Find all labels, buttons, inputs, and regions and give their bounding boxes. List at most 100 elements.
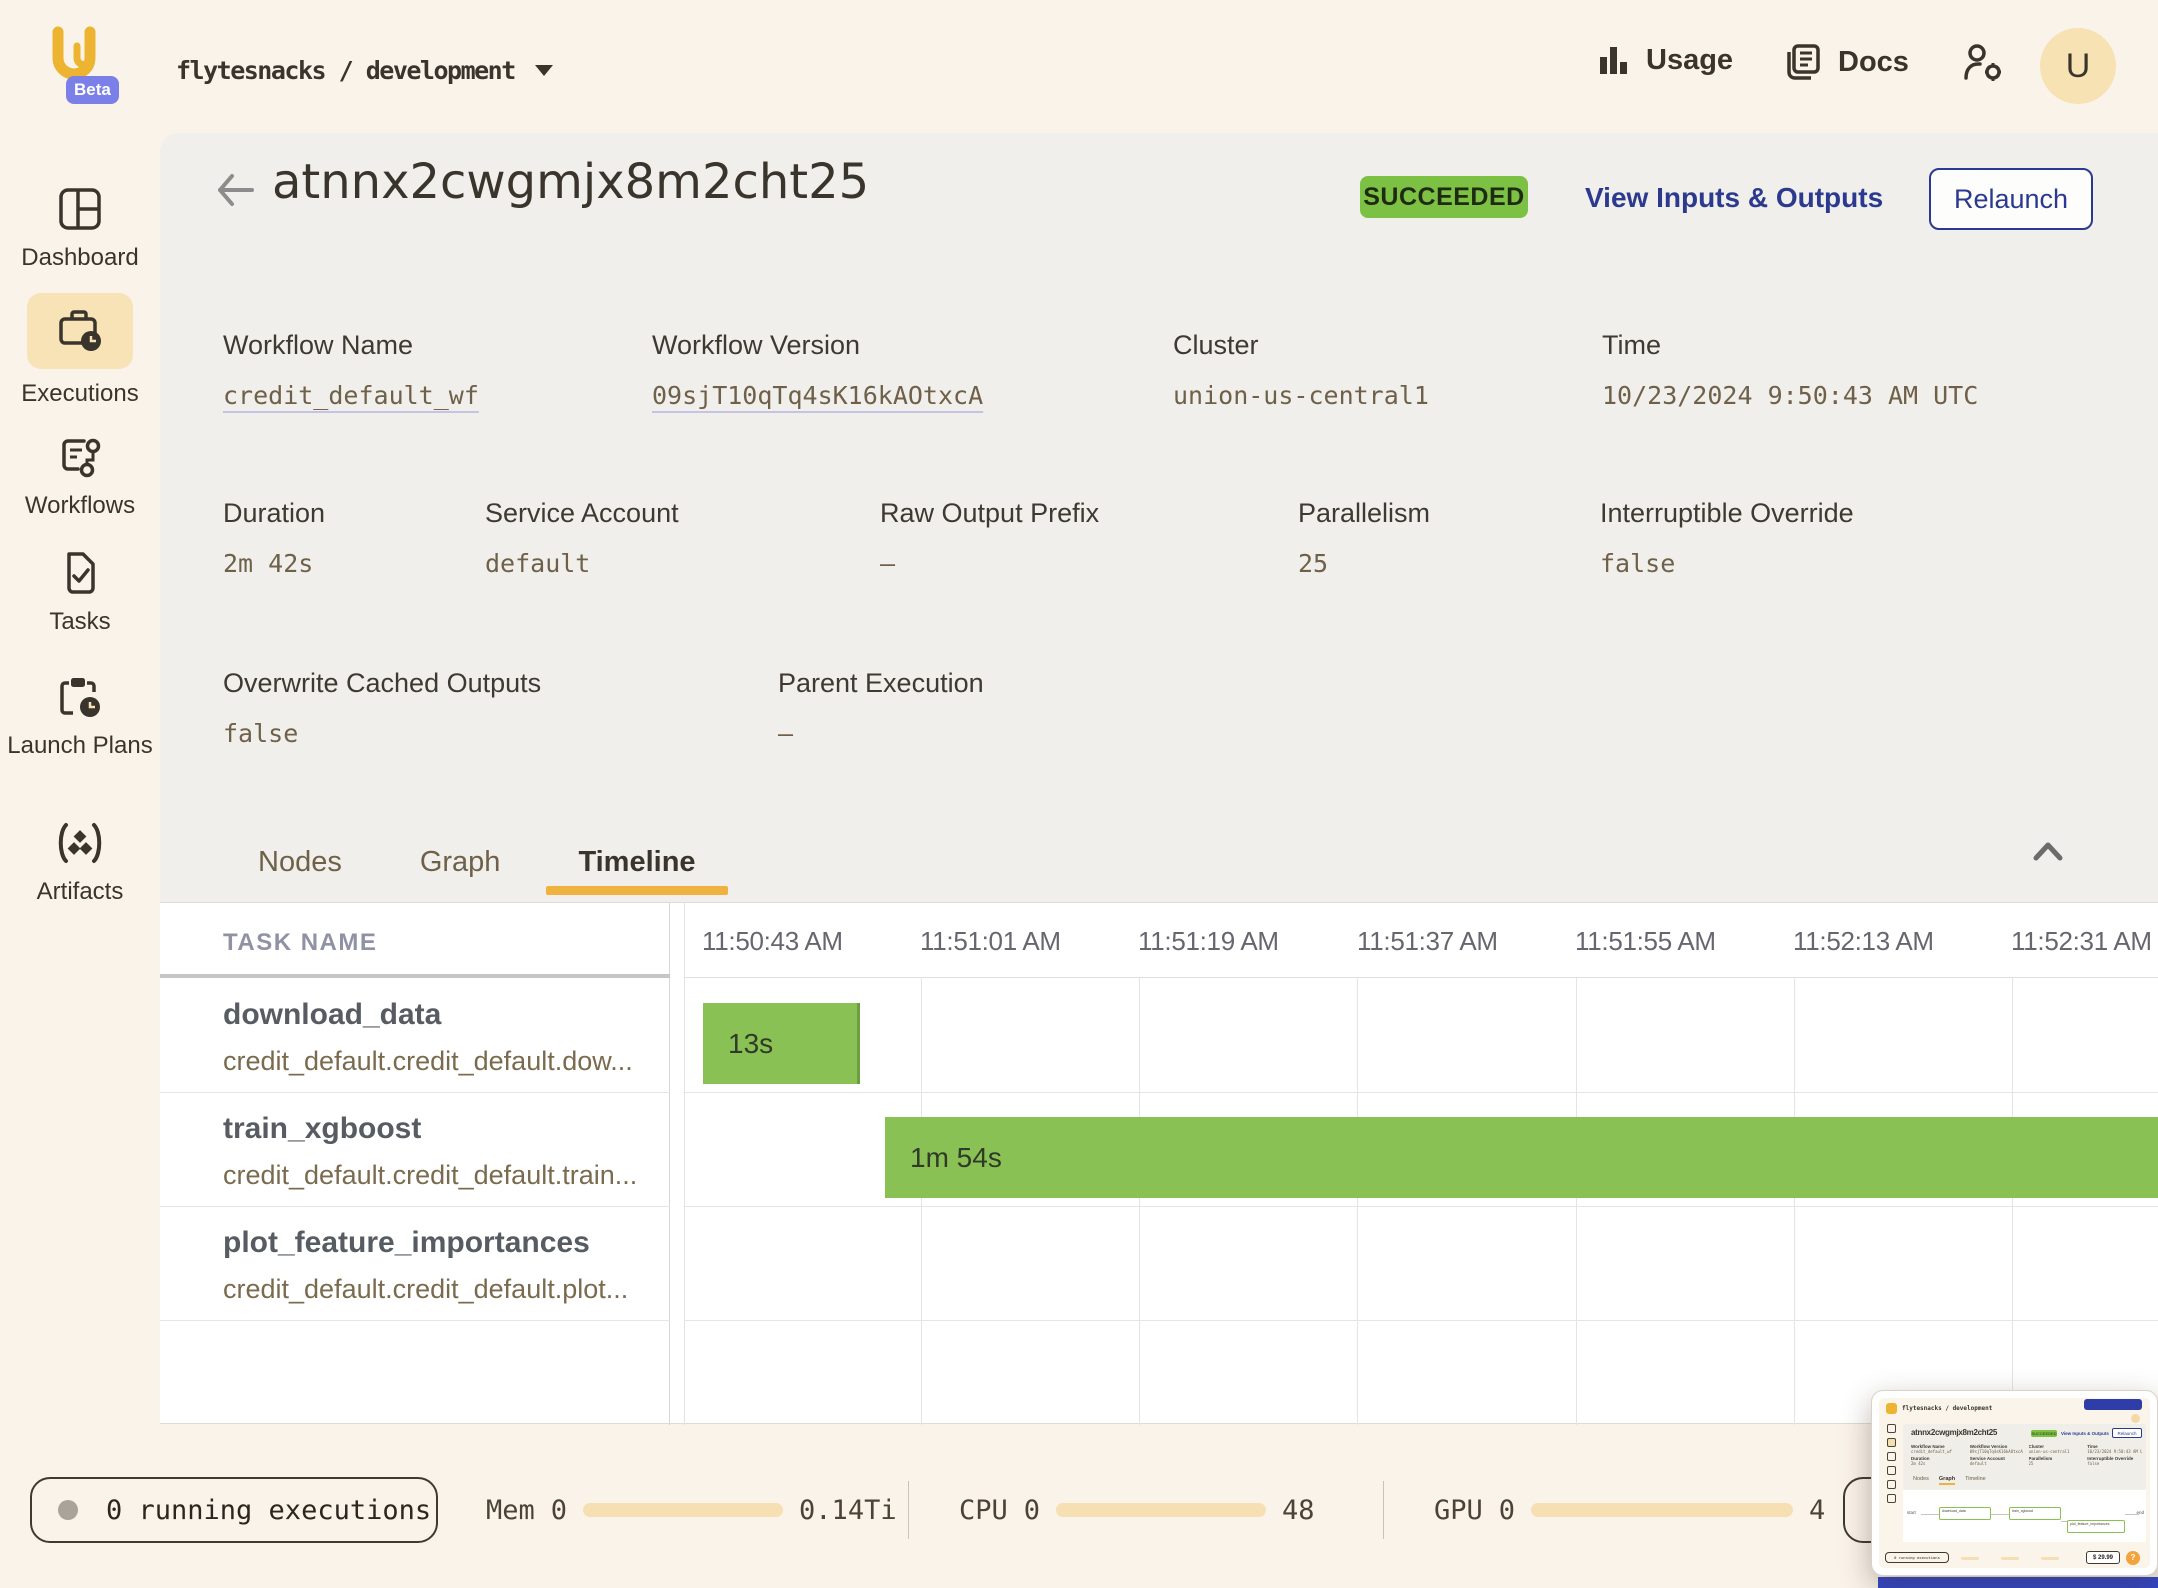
sidebar-item-tasks[interactable]: Tasks (0, 549, 160, 637)
workflow-version-value[interactable]: 09sjT10qTq4sK16kAOtxcA (652, 381, 983, 410)
divider (908, 1481, 909, 1539)
duration-label: Duration (223, 498, 325, 529)
task-row-train-xgboost[interactable]: train_xgboost credit_default.credit_defa… (223, 1112, 663, 1191)
pip-sidebar-item (1887, 1466, 1896, 1475)
pip-screen: flytesnacks / development atnnx2cwgmjx8m… (1879, 1398, 2150, 1568)
docs-button[interactable]: Docs (1782, 42, 1909, 82)
task-name: download_data (223, 998, 663, 1032)
sidebar-label-artifacts: Artifacts (37, 877, 124, 907)
pip-graph-view: start download_data train_xgboost plot_f… (1903, 1490, 2146, 1542)
workflow-name-value[interactable]: credit_default_wf (223, 381, 479, 410)
timeline-section: TASK NAME download_data credit_default.c… (160, 902, 2158, 1424)
gpu-meter: GPU 0 4 (1434, 1482, 1825, 1538)
service-account-value: default (485, 549, 679, 578)
gantt-bar-train-xgboost[interactable]: 1m 54s (885, 1117, 2158, 1198)
time-tick: 11:51:01 AM (920, 926, 1061, 957)
field-service-account: Service Account default (485, 498, 679, 578)
field-cluster: Cluster union-us-central1 (1173, 330, 1429, 410)
pip-sidebar (1883, 1424, 1899, 1548)
dashboard-icon (56, 185, 104, 233)
time-tick: 11:51:37 AM (1357, 926, 1498, 957)
project-domain-selector[interactable]: flytesnacks / development (176, 56, 553, 85)
task-path: credit_default.credit_default.dow... (223, 1046, 663, 1077)
active-item-highlight (27, 293, 133, 369)
row-divider (685, 1320, 2158, 1321)
tasks-icon (56, 549, 104, 597)
pip-help-button: ? (2126, 1551, 2140, 1565)
task-row-download-data[interactable]: download_data credit_default.credit_defa… (223, 998, 663, 1077)
gantt-bar-download-data[interactable]: 13s (703, 1003, 860, 1084)
beta-badge: Beta (66, 76, 119, 104)
running-executions-pill[interactable]: 0 running executions (30, 1477, 438, 1543)
field-interruptible-override: Interruptible Override false (1600, 498, 1854, 578)
tab-nodes[interactable]: Nodes (226, 822, 374, 902)
task-row-plot-feature-importances[interactable]: plot_feature_importances credit_default.… (223, 1226, 663, 1305)
avatar-initial: U (2066, 47, 2091, 86)
field-workflow-version: Workflow Version 09sjT10qTq4sK16kAOtxcA (652, 330, 983, 410)
launch-plans-icon (55, 673, 105, 721)
breadcrumb-text: flytesnacks / development (176, 56, 515, 85)
cpu-label: CPU (959, 1495, 1008, 1526)
time-tick: 11:52:13 AM (1793, 926, 1934, 957)
usage-button[interactable]: Usage (1596, 42, 1733, 78)
row-divider (685, 1092, 2158, 1093)
sidebar-item-artifacts[interactable]: Artifacts (0, 819, 160, 907)
field-time: Time 10/23/2024 9:50:43 AM UTC (1602, 330, 1978, 410)
pip-window[interactable]: flytesnacks / development atnnx2cwgmjx8m… (1871, 1390, 2158, 1576)
task-name: plot_feature_importances (223, 1226, 663, 1260)
collapse-chevron-icon[interactable] (2028, 836, 2068, 866)
pip-tabs: Nodes Graph Timeline (1913, 1476, 1986, 1485)
pip-sidebar-item-active (1887, 1438, 1896, 1447)
sidebar-item-launch-plans[interactable]: Launch Plans (0, 673, 160, 761)
sidebar: Dashboard Executions W (0, 133, 160, 1588)
tab-graph[interactable]: Graph (388, 822, 533, 902)
gpu-track (1531, 1503, 1793, 1517)
raw-output-prefix-value: – (880, 549, 1099, 578)
sidebar-item-executions[interactable]: Executions (0, 293, 160, 409)
overwrite-cached-value: false (223, 719, 541, 748)
field-raw-output-prefix: Raw Output Prefix – (880, 498, 1099, 578)
back-arrow-icon[interactable] (212, 168, 256, 212)
mem-label: Mem (486, 1495, 535, 1526)
status-badge: SUCCEEDED (1360, 176, 1528, 218)
workflows-icon (56, 433, 104, 481)
field-duration: Duration 2m 42s (223, 498, 325, 578)
mem-max: 0.14Ti (799, 1495, 897, 1526)
top-bar: Beta flytesnacks / development Usage Doc… (0, 0, 2158, 133)
user-settings-icon[interactable] (1962, 42, 2006, 84)
gridline (1794, 978, 1795, 1425)
view-inputs-outputs-link[interactable]: View Inputs & Outputs (1585, 182, 1883, 214)
pip-metadata: Workflow Namecredit_default_wf Workflow … (1911, 1444, 2142, 1466)
gridline (2012, 978, 2013, 1425)
tab-timeline[interactable]: Timeline (546, 822, 727, 902)
pip-relaunch-button: Relaunch (2112, 1428, 2142, 1438)
avatar[interactable]: U (2040, 28, 2116, 104)
pip-sidebar-item (1887, 1494, 1896, 1503)
cluster-value: union-us-central1 (1173, 381, 1429, 410)
relaunch-button[interactable]: Relaunch (1929, 168, 2093, 230)
time-axis: 11:50:43 AM 11:51:01 AM 11:51:19 AM 11:5… (685, 903, 2158, 978)
sidebar-label-launch-plans: Launch Plans (7, 731, 152, 761)
field-parallelism: Parallelism 25 (1298, 498, 1430, 578)
pip-sidebar-item (1887, 1452, 1896, 1461)
sidebar-label-tasks: Tasks (49, 607, 110, 637)
pip-bottom-bar: 0 running executions $ 29.99 ? (1883, 1551, 2146, 1565)
row-divider (160, 1092, 670, 1093)
cpu-track (1056, 1503, 1266, 1517)
interruptible-override-label: Interruptible Override (1600, 498, 1854, 529)
cpu-meter: CPU 0 48 (959, 1482, 1315, 1538)
duration-value: 2m 42s (223, 549, 325, 578)
pip-avatar (2131, 1414, 2140, 1423)
pip-logo-icon (1886, 1403, 1897, 1414)
time-value: 10/23/2024 9:50:43 AM UTC (1602, 381, 1978, 410)
task-path: credit_default.credit_default.plot... (223, 1274, 663, 1305)
pip-control-tag[interactable] (2084, 1399, 2142, 1410)
sidebar-item-dashboard[interactable]: Dashboard (0, 185, 160, 273)
pip-detail-panel: atnnx2cwgmjx8m2cht25 SUCCEEDED View Inpu… (1903, 1424, 2146, 1490)
sidebar-item-workflows[interactable]: Workflows (0, 433, 160, 521)
chevron-down-icon (535, 65, 553, 76)
parent-execution-label: Parent Execution (778, 668, 984, 699)
task-path: credit_default.credit_default.train... (223, 1160, 663, 1191)
cluster-label: Cluster (1173, 330, 1429, 361)
gridline (1357, 978, 1358, 1425)
